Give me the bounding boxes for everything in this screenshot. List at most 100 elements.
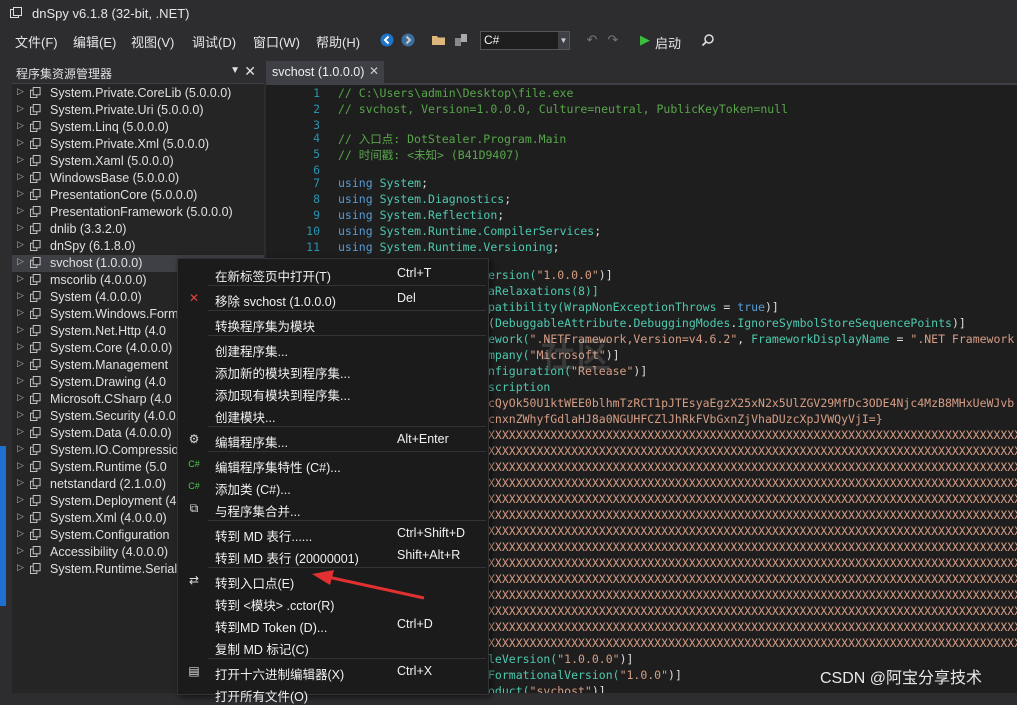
expand-arrow-icon[interactable]: ▷ [17, 562, 24, 573]
expand-arrow-icon[interactable]: ▷ [17, 358, 24, 369]
expand-arrow-icon[interactable]: ▷ [17, 494, 24, 505]
menu-item-label: 复制 MD 标记(C) [215, 643, 309, 657]
code-line: ersion("1.0.0.0")] [488, 268, 613, 282]
code-line: using System.Runtime.CompilerServices; [338, 224, 602, 238]
context-menu-item[interactable]: C# 编辑程序集特性 (C#)... [178, 453, 488, 475]
context-menu-item[interactable]: C# 添加类 (C#)... [178, 475, 488, 497]
undo-icon[interactable]: ↶ [583, 31, 601, 49]
assembly-icon [30, 206, 41, 217]
expand-arrow-icon[interactable]: ▷ [17, 188, 24, 199]
expand-arrow-icon[interactable]: ▷ [17, 375, 24, 386]
menu-bar: 文件(F) 编辑(E) 视图(V) 调试(D) 窗口(W) 帮助(H) C# ▼… [0, 28, 1017, 54]
expand-arrow-icon[interactable]: ▷ [17, 154, 24, 165]
assembly-icon [30, 393, 41, 404]
tree-item-label: System.Runtime.Serial [50, 562, 178, 576]
context-menu-item[interactable]: ▤ 打开十六进制编辑器(X) Ctrl+X [178, 660, 488, 682]
menu-edit[interactable]: 编辑(E) [73, 32, 116, 51]
menu-file[interactable]: 文件(F) [15, 32, 58, 51]
context-menu-item[interactable]: ⧉ 与程序集合并... [178, 497, 488, 520]
expand-arrow-icon[interactable]: ▷ [17, 103, 24, 114]
close-icon[interactable]: ✕ [369, 64, 379, 78]
tree-item[interactable]: ▷ WindowsBase (5.0.0.0) [12, 170, 264, 187]
code-line: // C:\Users\admin\Desktop\file.exe [338, 86, 574, 100]
tree-item[interactable]: ▷ PresentationFramework (5.0.0.0) [12, 204, 264, 221]
expand-arrow-icon[interactable]: ▷ [17, 477, 24, 488]
expand-arrow-icon[interactable]: ▷ [17, 273, 24, 284]
menu-item-label: 打开所有文件(O) [215, 690, 309, 704]
menu-help[interactable]: 帮助(H) [316, 32, 360, 51]
expand-arrow-icon[interactable]: ▷ [17, 205, 24, 216]
obfuscated-line: XXXXXXXXXXXXXXXXXXXXXXXXXXXXXXXXXXXXXXXX… [488, 636, 1017, 650]
expand-arrow-icon[interactable]: ▷ [17, 443, 24, 454]
context-menu-item[interactable]: 创建模块... [178, 403, 488, 425]
tree-item[interactable]: ▷ dnlib (3.3.2.0) [12, 221, 264, 238]
expand-arrow-icon[interactable]: ▷ [17, 86, 24, 97]
open-folder-icon[interactable] [430, 31, 448, 49]
expand-arrow-icon[interactable]: ▷ [17, 290, 24, 301]
tree-item[interactable]: ▷ System.Private.Uri (5.0.0.0) [12, 102, 264, 119]
context-menu-item[interactable]: 打开所有文件(O) [178, 682, 488, 704]
expand-arrow-icon[interactable]: ▷ [17, 137, 24, 148]
context-menu-item[interactable]: 创建程序集... [178, 337, 488, 359]
code-line: using System.Runtime.Versioning; [338, 240, 560, 254]
menu-view[interactable]: 视图(V) [131, 32, 174, 51]
forward-icon[interactable] [399, 31, 417, 49]
expand-arrow-icon[interactable]: ▷ [17, 511, 24, 522]
expand-arrow-icon[interactable]: ▷ [17, 426, 24, 437]
open-list-icon[interactable] [452, 31, 470, 49]
expand-arrow-icon[interactable]: ▷ [17, 256, 24, 267]
start-button-label[interactable]: 启动 [655, 33, 681, 52]
context-menu-item[interactable]: ✕ 移除 svchost (1.0.0.0) Del [178, 287, 488, 309]
panel-menu-icon[interactable]: ▼ [230, 65, 240, 76]
close-icon[interactable]: ✕ [244, 63, 256, 80]
redo-icon[interactable]: ↷ [604, 31, 622, 49]
line-number: 3 [313, 118, 320, 132]
context-menu-item[interactable]: 转到 MD 表行 (20000001) Shift+Alt+R [178, 544, 488, 566]
context-menu-item[interactable]: 复制 MD 标记(C) [178, 635, 488, 657]
search-icon[interactable] [699, 31, 717, 49]
context-menu-item[interactable]: 转换程序集为模块 [178, 312, 488, 334]
context-menu-item[interactable]: ⚙ 编辑程序集... Alt+Enter [178, 428, 488, 450]
context-menu-item[interactable]: 转到 MD 表行...... Ctrl+Shift+D [178, 522, 488, 544]
context-menu-item[interactable]: 在新标签页中打开(T) Ctrl+T [178, 262, 488, 284]
expand-arrow-icon[interactable]: ▷ [17, 545, 24, 556]
tree-item[interactable]: ▷ System.Linq (5.0.0.0) [12, 119, 264, 136]
expand-arrow-icon[interactable]: ▷ [17, 120, 24, 131]
expand-arrow-icon[interactable]: ▷ [17, 171, 24, 182]
tree-item-label: System.Security (4.0.0. [50, 409, 180, 423]
obfuscated-line: XXXXXXXXXXXXXXXXXXXXXXXXXXXXXXXXXXXXXXXX… [488, 508, 1017, 522]
context-menu-item[interactable]: 添加现有模块到程序集... [178, 381, 488, 403]
expand-arrow-icon[interactable]: ▷ [17, 392, 24, 403]
tree-item[interactable]: ▷ System.Private.Xml (5.0.0.0) [12, 136, 264, 153]
expand-arrow-icon[interactable]: ▷ [17, 239, 24, 250]
left-edge-strip [0, 61, 12, 693]
expand-arrow-icon[interactable]: ▷ [17, 341, 24, 352]
menu-window[interactable]: 窗口(W) [253, 32, 300, 51]
expand-arrow-icon[interactable]: ▷ [17, 307, 24, 318]
context-menu-item[interactable]: 转到MD Token (D)... Ctrl+D [178, 613, 488, 635]
tree-item-label: System.Net.Http (4.0 [50, 324, 167, 338]
context-menu-item[interactable]: 添加新的模块到程序集... [178, 359, 488, 381]
tree-item[interactable]: ▷ dnSpy (6.1.8.0) [12, 238, 264, 255]
tree-item-label: System.Core (4.0.0.0) [50, 341, 173, 355]
tree-item[interactable]: ▷ System.Private.CoreLib (5.0.0.0) [12, 85, 264, 102]
code-line: // 入口点: DotStealer.Program.Main [338, 132, 567, 146]
menu-debug[interactable]: 调试(D) [192, 32, 236, 51]
expand-arrow-icon[interactable]: ▷ [17, 528, 24, 539]
language-select[interactable]: C# ▼ [480, 31, 570, 50]
tree-item-label: dnlib (3.3.2.0) [50, 222, 127, 236]
tree-item-label: System.Private.Uri (5.0.0.0) [50, 103, 204, 117]
menu-item-shortcut: Ctrl+D [397, 617, 433, 631]
tree-item-label: System.Management [50, 358, 169, 372]
expand-arrow-icon[interactable]: ▷ [17, 409, 24, 420]
tab-svchost[interactable]: svchost (1.0.0.0) ✕ [266, 61, 384, 83]
back-icon[interactable] [378, 31, 396, 49]
expand-arrow-icon[interactable]: ▷ [17, 222, 24, 233]
expand-arrow-icon[interactable]: ▷ [17, 324, 24, 335]
tree-item[interactable]: ▷ PresentationCore (5.0.0.0) [12, 187, 264, 204]
play-icon[interactable]: ▶ [636, 31, 654, 49]
assembly-icon [30, 529, 41, 540]
tree-item[interactable]: ▷ System.Xaml (5.0.0.0) [12, 153, 264, 170]
window-title: dnSpy v6.1.8 (32-bit, .NET) [32, 6, 190, 21]
expand-arrow-icon[interactable]: ▷ [17, 460, 24, 471]
